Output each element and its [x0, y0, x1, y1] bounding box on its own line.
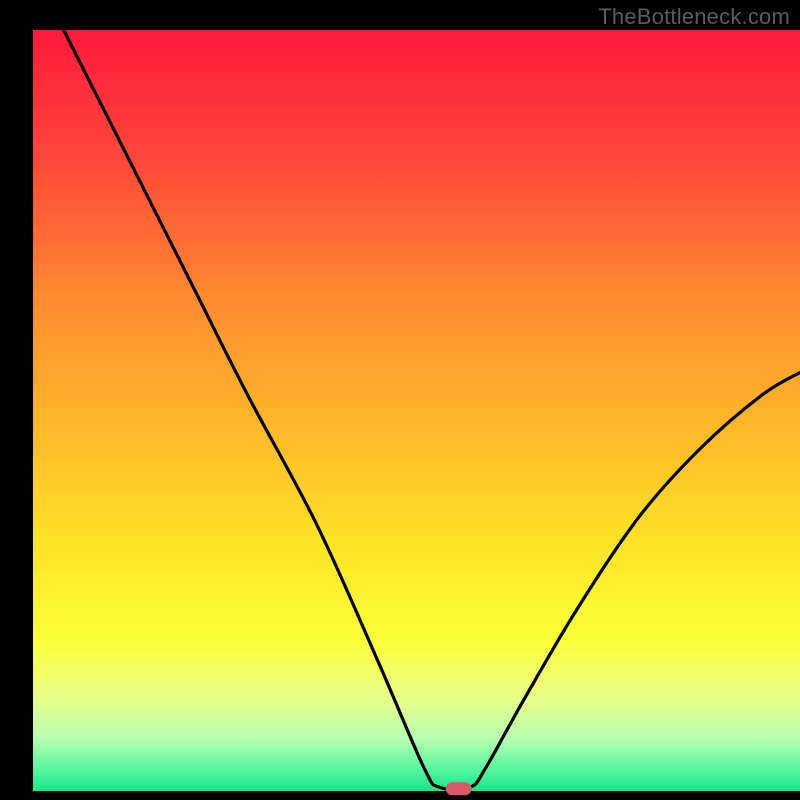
bottleneck-chart [0, 0, 800, 800]
chart-frame: TheBottleneck.com [0, 0, 800, 800]
watermark-text: TheBottleneck.com [598, 4, 790, 30]
optimal-point-marker [446, 782, 472, 795]
chart-gradient-bg [33, 30, 800, 791]
